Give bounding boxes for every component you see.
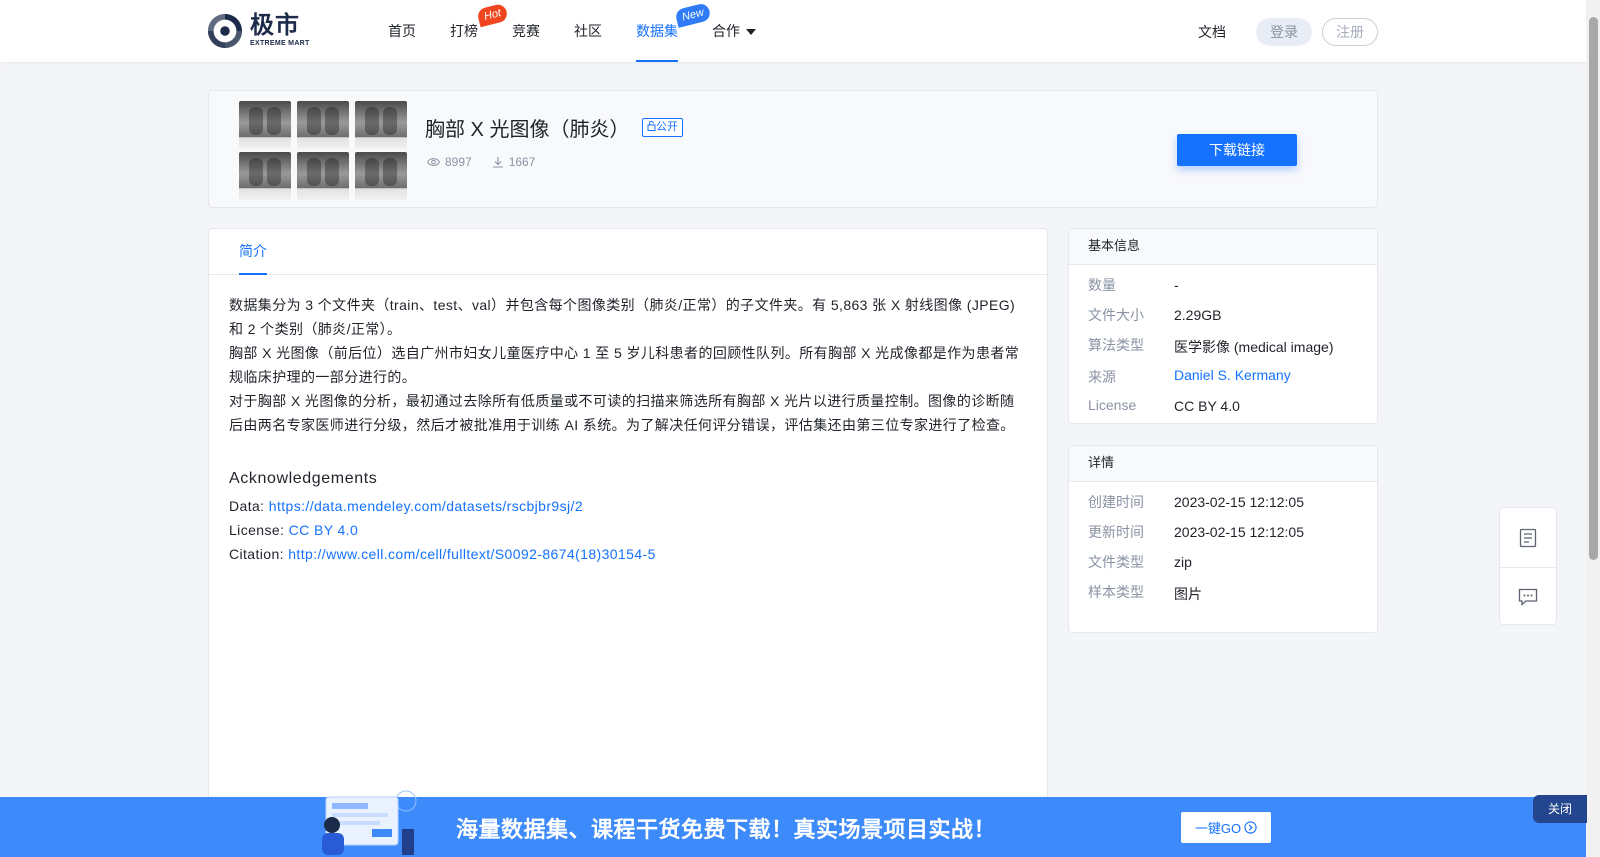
caret-down-icon <box>746 29 756 36</box>
info-row-license: License CC BY 4.0 <box>1088 397 1240 414</box>
page-scrollbar[interactable] <box>1586 0 1600 857</box>
details-title: 详情 <box>1069 446 1377 482</box>
xray-thumbnail <box>239 152 291 200</box>
login-button[interactable]: 登录 <box>1256 18 1312 46</box>
acknowledgements-heading: Acknowledgements <box>229 470 378 487</box>
lock-icon <box>647 121 656 131</box>
logo[interactable]: 极市 EXTREME MART <box>206 12 310 50</box>
promo-banner: 海量数据集、课程干货免费下载！真实场景项目实战！ 一键GO 关闭 <box>0 790 1587 857</box>
logo-mark-icon <box>207 13 243 49</box>
feedback-button[interactable] <box>1500 567 1556 626</box>
intro-tabbar: 简介 <box>209 229 1047 275</box>
xray-thumbnail <box>239 101 291 149</box>
visibility-tag: 公开 <box>642 118 683 137</box>
xray-thumbnail <box>297 101 349 149</box>
xray-thumbnail <box>355 101 407 149</box>
download-link-button[interactable]: 下载链接 <box>1177 134 1297 166</box>
detail-row-filetype: 文件类型 zip <box>1088 554 1192 570</box>
ack-license-line: License: CC BY 4.0 <box>229 522 359 538</box>
hot-badge: Hot <box>476 2 509 28</box>
nav-community[interactable]: 社区 <box>574 0 602 62</box>
nav-leaderboard[interactable]: 打榜 Hot <box>450 0 509 62</box>
detail-row-created: 创建时间 2023-02-15 12:12:05 <box>1088 494 1304 510</box>
nav-datasets[interactable]: 数据集 New <box>636 0 712 62</box>
info-row-size: 文件大小 2.29GB <box>1088 307 1222 323</box>
tab-intro[interactable]: 简介 <box>239 241 267 275</box>
dataset-thumbnails <box>239 101 407 200</box>
license-link[interactable]: CC BY 4.0 <box>289 522 359 538</box>
dataset-stats: 8997 1667 <box>427 155 555 169</box>
intro-paragraph: 数据集分为 3 个文件夹（train、test、val）并包含每个图像类别（肺炎… <box>229 297 1016 337</box>
basic-info-card: 基本信息 数量 - 文件大小 2.29GB 算法类型 医学影像 (medical im… <box>1068 228 1378 424</box>
source-author-link[interactable]: Daniel S. Kermany <box>1174 367 1291 387</box>
new-badge: New <box>674 2 712 28</box>
register-button[interactable]: 注册 <box>1322 18 1378 46</box>
detail-row-sampletype: 样本类型 图片 <box>1088 584 1202 602</box>
top-navbar: 极市 EXTREME MART 首页 打榜 Hot 竞赛 社区 数据集 New … <box>0 0 1586 62</box>
float-toolbar <box>1499 507 1557 625</box>
download-icon <box>492 157 503 168</box>
citation-link[interactable]: http://www.cell.com/cell/fulltext/S0092-… <box>288 546 656 562</box>
ack-citation-line: Citation: http://www.cell.com/cell/fullt… <box>229 546 656 562</box>
promo-illustration-icon <box>322 790 417 855</box>
details-card: 详情 创建时间 2023-02-15 12:12:05 更新时间 2023-02-1… <box>1068 445 1378 633</box>
info-row-algorithm: 算法类型 医学影像 (medical image) <box>1088 337 1334 355</box>
dataset-title: 胸部 X 光图像（肺炎） <box>425 119 630 141</box>
message-icon <box>1518 588 1538 606</box>
data-source-link[interactable]: https://data.mendeley.com/datasets/rscbj… <box>269 498 583 514</box>
info-row-source: 来源 Daniel S. Kermany <box>1088 367 1291 387</box>
one-click-go-button[interactable]: 一键GO <box>1181 812 1271 843</box>
nav-home[interactable]: 首页 <box>388 0 416 62</box>
logo-text: 极市 <box>250 12 300 39</box>
intro-paragraph: 胸部 X 光图像（前后位）选自广州市妇女儿童医疗中心 1 至 5 岁儿科患者的回… <box>229 345 1020 385</box>
document-icon <box>1519 528 1537 547</box>
dataset-summary-card: 胸部 X 光图像（肺炎） 公开 8997 1667 下载链接 <box>208 90 1378 208</box>
intro-content: 数据集分为 3 个文件夹（train、test、val）并包含每个图像类别（肺炎… <box>209 275 1047 563</box>
promo-text: 海量数据集、课程干货免费下载！真实场景项目实战！ <box>456 817 997 842</box>
basic-info-title: 基本信息 <box>1069 229 1377 265</box>
views-stat: 8997 <box>427 155 472 169</box>
intro-panel: 简介 数据集分为 3 个文件夹（train、test、val）并包含每个图像类别… <box>208 228 1048 857</box>
eye-icon <box>427 158 440 166</box>
scrollbar-thumb[interactable] <box>1589 17 1598 560</box>
detail-row-updated: 更新时间 2023-02-15 12:12:05 <box>1088 524 1304 540</box>
xray-thumbnail <box>297 152 349 200</box>
logo-subtext: EXTREME MART <box>250 40 310 47</box>
info-row-count: 数量 - <box>1088 277 1179 293</box>
main-nav: 首页 打榜 Hot 竞赛 社区 数据集 New 合作 <box>388 0 790 62</box>
close-banner-button[interactable]: 关闭 <box>1533 795 1587 823</box>
arrow-right-circle-icon <box>1244 821 1257 834</box>
intro-paragraph: 对于胸部 X 光图像的分析，最初通过去除所有低质量或不可读的扫描来筛选所有胸部 … <box>229 393 1015 433</box>
document-button[interactable] <box>1500 508 1556 567</box>
ack-data-line: Data: https://data.mendeley.com/datasets… <box>229 498 584 514</box>
docs-link[interactable]: 文档 <box>1198 22 1226 42</box>
downloads-stat: 1667 <box>492 155 535 169</box>
nav-competition[interactable]: 竞赛 <box>512 0 540 62</box>
xray-thumbnail <box>355 152 407 200</box>
nav-cooperation[interactable]: 合作 <box>712 0 756 62</box>
